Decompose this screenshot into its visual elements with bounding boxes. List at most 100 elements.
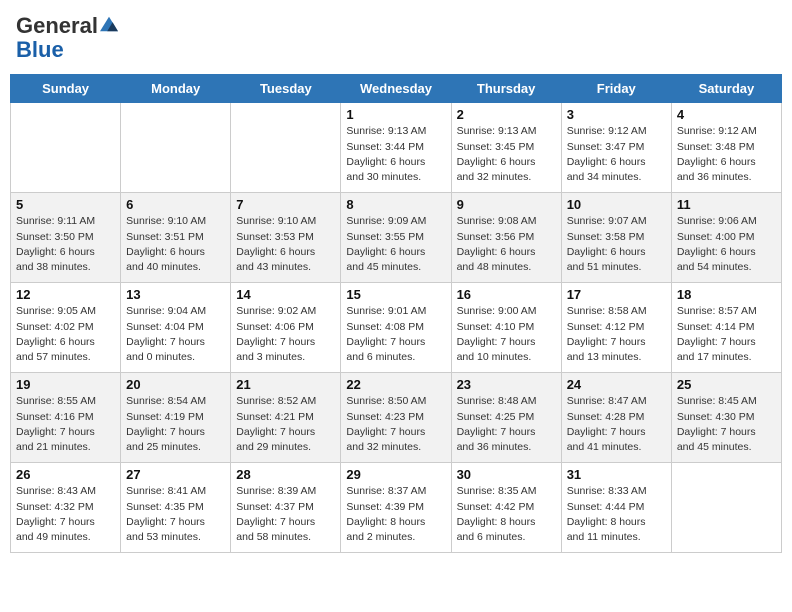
- day-cell-17: 17 Sunrise: 8:58 AMSunset: 4:12 PMDayligh…: [561, 283, 671, 373]
- day-info: Sunrise: 8:47 AMSunset: 4:28 PMDaylight:…: [567, 394, 666, 455]
- week-row-2: 5 Sunrise: 9:11 AMSunset: 3:50 PMDaylight…: [11, 193, 782, 283]
- day-number: 30: [457, 467, 556, 482]
- day-info: Sunrise: 9:00 AMSunset: 4:10 PMDaylight:…: [457, 304, 556, 365]
- logo: General Blue: [16, 14, 118, 62]
- day-cell-21: 21Sunrise: 8:52 AMSunset: 4:21 PMDayligh…: [231, 373, 341, 463]
- day-cell-19: 19 Sunrise: 8:55 AMSunset: 4:16 PMDayligh…: [11, 373, 121, 463]
- day-info: Sunrise: 8:52 AMSunset: 4:21 PMDaylight:…: [236, 394, 335, 455]
- day-cell-23: 23 Sunrise: 8:48 AMSunset: 4:25 PMDayligh…: [451, 373, 561, 463]
- day-number: 18: [677, 287, 776, 302]
- day-number: 24: [567, 377, 666, 392]
- day-cell-27: 27Sunrise: 8:41 AMSunset: 4:35 PMDayligh…: [121, 463, 231, 553]
- day-info: Sunrise: 8:35 AMSunset: 4:42 PMDaylight:…: [457, 484, 556, 545]
- day-cell-31: 31Sunrise: 8:33 AMSunset: 4:44 PMDayligh…: [561, 463, 671, 553]
- day-cell-22: 22 Sunrise: 8:50 AMSunset: 4:23 PMDayligh…: [341, 373, 451, 463]
- empty-cell: [231, 103, 341, 193]
- day-cell-18: 18 Sunrise: 8:57 AMSunset: 4:14 PMDayligh…: [671, 283, 781, 373]
- day-info: Sunrise: 9:13 AMSunset: 3:45 PMDaylight:…: [457, 124, 556, 185]
- calendar-table: SundayMondayTuesdayWednesdayThursdayFrid…: [10, 74, 782, 553]
- day-number: 13: [126, 287, 225, 302]
- page-header: General Blue: [10, 10, 782, 66]
- day-number: 11: [677, 197, 776, 212]
- day-info: Sunrise: 9:02 AMSunset: 4:06 PMDaylight:…: [236, 304, 335, 365]
- day-number: 4: [677, 107, 776, 122]
- day-info: Sunrise: 9:12 AMSunset: 3:48 PMDaylight:…: [677, 124, 776, 185]
- day-number: 12: [16, 287, 115, 302]
- day-info: Sunrise: 9:12 AMSunset: 3:47 PMDaylight:…: [567, 124, 666, 185]
- day-info: Sunrise: 8:37 AMSunset: 4:39 PMDaylight:…: [346, 484, 445, 545]
- empty-cell: [11, 103, 121, 193]
- empty-cell: [121, 103, 231, 193]
- day-number: 26: [16, 467, 115, 482]
- day-cell-25: 25 Sunrise: 8:45 AMSunset: 4:30 PMDayligh…: [671, 373, 781, 463]
- weekday-header-wednesday: Wednesday: [341, 75, 451, 103]
- day-info: Sunrise: 8:55 AMSunset: 4:16 PMDaylight:…: [16, 394, 115, 455]
- day-info: Sunrise: 8:57 AMSunset: 4:14 PMDaylight:…: [677, 304, 776, 365]
- weekday-header-thursday: Thursday: [451, 75, 561, 103]
- day-number: 22: [346, 377, 445, 392]
- day-cell-20: 20 Sunrise: 8:54 AMSunset: 4:19 PMDayligh…: [121, 373, 231, 463]
- day-info: Sunrise: 9:06 AMSunset: 4:00 PMDaylight:…: [677, 214, 776, 275]
- day-info: Sunrise: 9:01 AMSunset: 4:08 PMDaylight:…: [346, 304, 445, 365]
- day-info: Sunrise: 9:10 AMSunset: 3:51 PMDaylight:…: [126, 214, 225, 275]
- day-number: 5: [16, 197, 115, 212]
- day-cell-30: 30 Sunrise: 8:35 AMSunset: 4:42 PMDayligh…: [451, 463, 561, 553]
- day-cell-5: 5 Sunrise: 9:11 AMSunset: 3:50 PMDaylight…: [11, 193, 121, 283]
- day-cell-24: 24 Sunrise: 8:47 AMSunset: 4:28 PMDayligh…: [561, 373, 671, 463]
- day-info: Sunrise: 8:43 AMSunset: 4:32 PMDaylight:…: [16, 484, 115, 545]
- day-info: Sunrise: 9:07 AMSunset: 3:58 PMDaylight:…: [567, 214, 666, 275]
- day-number: 3: [567, 107, 666, 122]
- weekday-header-tuesday: Tuesday: [231, 75, 341, 103]
- logo-blue: Blue: [16, 37, 64, 62]
- day-info: Sunrise: 8:50 AMSunset: 4:23 PMDaylight:…: [346, 394, 445, 455]
- day-cell-6: 6 Sunrise: 9:10 AMSunset: 3:51 PMDaylight…: [121, 193, 231, 283]
- day-number: 1: [346, 107, 445, 122]
- weekday-header-sunday: Sunday: [11, 75, 121, 103]
- day-number: 10: [567, 197, 666, 212]
- day-cell-26: 26 Sunrise: 8:43 AMSunset: 4:32 PMDayligh…: [11, 463, 121, 553]
- day-number: 29: [346, 467, 445, 482]
- day-cell-2: 2Sunrise: 9:13 AMSunset: 3:45 PMDaylight…: [451, 103, 561, 193]
- week-row-3: 12Sunrise: 9:05 AMSunset: 4:02 PMDayligh…: [11, 283, 782, 373]
- day-info: Sunrise: 8:39 AMSunset: 4:37 PMDaylight:…: [236, 484, 335, 545]
- day-info: Sunrise: 9:10 AMSunset: 3:53 PMDaylight:…: [236, 214, 335, 275]
- day-number: 9: [457, 197, 556, 212]
- weekday-header-friday: Friday: [561, 75, 671, 103]
- day-cell-4: 4 Sunrise: 9:12 AMSunset: 3:48 PMDaylight…: [671, 103, 781, 193]
- weekday-header-saturday: Saturday: [671, 75, 781, 103]
- logo-triangle-icon: [100, 15, 118, 33]
- day-number: 19: [16, 377, 115, 392]
- day-number: 17: [567, 287, 666, 302]
- day-info: Sunrise: 8:48 AMSunset: 4:25 PMDaylight:…: [457, 394, 556, 455]
- weekday-header-row: SundayMondayTuesdayWednesdayThursdayFrid…: [11, 75, 782, 103]
- day-cell-10: 10 Sunrise: 9:07 AMSunset: 3:58 PMDayligh…: [561, 193, 671, 283]
- week-row-5: 26 Sunrise: 8:43 AMSunset: 4:32 PMDayligh…: [11, 463, 782, 553]
- day-number: 16: [457, 287, 556, 302]
- day-number: 8: [346, 197, 445, 212]
- day-number: 15: [346, 287, 445, 302]
- day-number: 20: [126, 377, 225, 392]
- day-cell-8: 8 Sunrise: 9:09 AMSunset: 3:55 PMDaylight…: [341, 193, 451, 283]
- day-number: 7: [236, 197, 335, 212]
- day-info: Sunrise: 9:04 AMSunset: 4:04 PMDaylight:…: [126, 304, 225, 365]
- weekday-header-monday: Monday: [121, 75, 231, 103]
- day-info: Sunrise: 9:11 AMSunset: 3:50 PMDaylight:…: [16, 214, 115, 275]
- day-info: Sunrise: 8:45 AMSunset: 4:30 PMDaylight:…: [677, 394, 776, 455]
- week-row-4: 19 Sunrise: 8:55 AMSunset: 4:16 PMDayligh…: [11, 373, 782, 463]
- day-number: 31: [567, 467, 666, 482]
- logo-general: General: [16, 13, 98, 38]
- day-number: 25: [677, 377, 776, 392]
- day-number: 27: [126, 467, 225, 482]
- day-info: Sunrise: 8:54 AMSunset: 4:19 PMDaylight:…: [126, 394, 225, 455]
- day-cell-13: 13 Sunrise: 9:04 AMSunset: 4:04 PMDayligh…: [121, 283, 231, 373]
- day-cell-12: 12Sunrise: 9:05 AMSunset: 4:02 PMDayligh…: [11, 283, 121, 373]
- day-number: 6: [126, 197, 225, 212]
- day-cell-1: 1Sunrise: 9:13 AMSunset: 3:44 PMDaylight…: [341, 103, 451, 193]
- day-number: 28: [236, 467, 335, 482]
- day-info: Sunrise: 9:09 AMSunset: 3:55 PMDaylight:…: [346, 214, 445, 275]
- day-cell-3: 3 Sunrise: 9:12 AMSunset: 3:47 PMDaylight…: [561, 103, 671, 193]
- day-cell-7: 7 Sunrise: 9:10 AMSunset: 3:53 PMDaylight…: [231, 193, 341, 283]
- empty-cell: [671, 463, 781, 553]
- day-info: Sunrise: 8:58 AMSunset: 4:12 PMDaylight:…: [567, 304, 666, 365]
- day-number: 23: [457, 377, 556, 392]
